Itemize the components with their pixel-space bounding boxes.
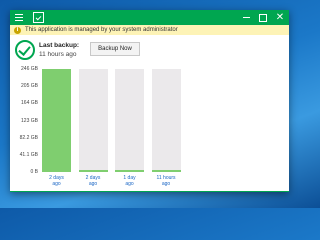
x-axis-label-line: ago — [161, 181, 171, 187]
x-axis-label-line: ago — [88, 181, 98, 187]
info-icon: i — [14, 26, 21, 34]
x-axis-label: 11 hours ago — [148, 175, 184, 187]
maximize-icon[interactable] — [256, 10, 270, 25]
hamburger-icon[interactable] — [13, 10, 25, 25]
y-axis-tick-label: 164 GB — [21, 100, 38, 107]
bottom-accent-line — [10, 191, 289, 192]
y-axis-tick-label: 0 B — [30, 169, 38, 175]
x-axis-label: 2 days ago — [39, 175, 75, 187]
x-axis-label: 2 days ago — [75, 175, 111, 187]
title-bar: ✕ — [10, 10, 289, 25]
bar-track[interactable] — [115, 69, 144, 172]
y-axis-tick-label: 123 GB — [21, 117, 38, 124]
x-axis-label: 1 day ago — [112, 175, 148, 187]
last-backup-label: Last backup: — [39, 42, 80, 49]
y-axis-tick-label: 82.2 GB — [19, 134, 38, 141]
x-axis-label-line: ago — [52, 181, 61, 187]
bar — [151, 170, 181, 172]
close-icon[interactable]: ✕ — [273, 10, 287, 25]
y-axis-tick-label: 205 GB — [21, 83, 38, 90]
app-window: ✕ i This application is managed by your … — [10, 10, 289, 192]
minimize-icon[interactable] — [239, 10, 253, 25]
bar — [78, 170, 108, 172]
info-bar-message: This application is managed by your syst… — [25, 27, 178, 33]
bar — [115, 170, 144, 172]
bar — [42, 69, 71, 172]
success-check-icon — [15, 40, 35, 60]
x-axis-label-line: ago — [125, 181, 134, 187]
y-axis-tick-label: 246 GB — [21, 66, 38, 72]
bar-track[interactable] — [151, 69, 181, 172]
y-axis-tick-label: 41.1 GB — [19, 151, 38, 158]
veeam-logo-icon — [32, 10, 45, 25]
last-backup-time: 11 hours ago — [39, 51, 77, 58]
backup-now-button[interactable]: Backup Now — [90, 42, 140, 56]
bar-track[interactable] — [78, 69, 108, 172]
bar-track[interactable] — [42, 69, 71, 172]
info-bar: i This application is managed by your sy… — [10, 25, 289, 35]
